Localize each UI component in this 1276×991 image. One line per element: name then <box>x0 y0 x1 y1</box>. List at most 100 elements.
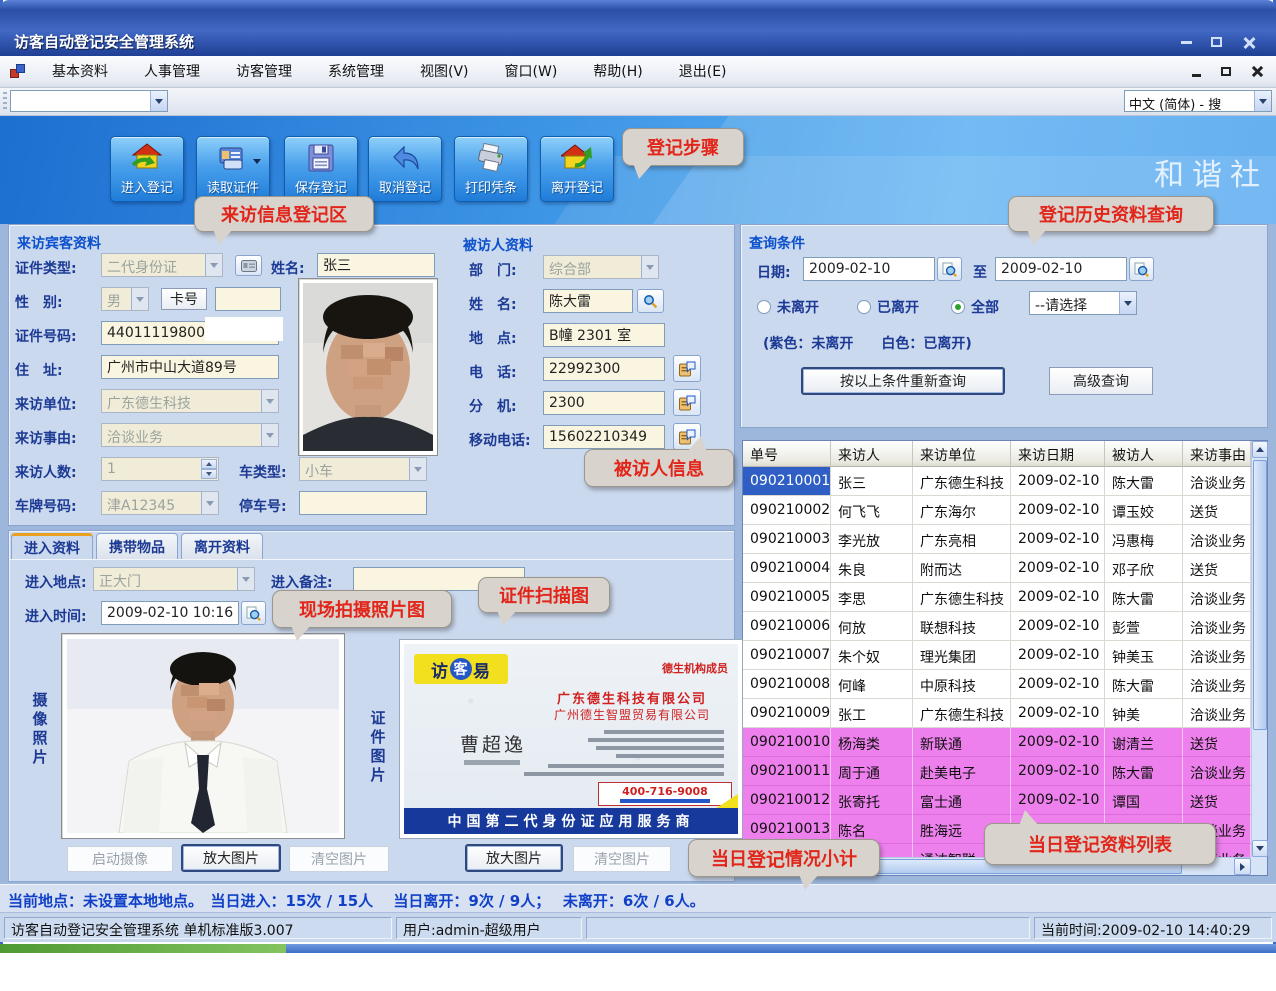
toolbar-grip[interactable] <box>3 92 7 112</box>
read-idcard-button[interactable]: 读取证件 <box>196 136 270 202</box>
table-cell[interactable]: 送货 <box>1183 786 1251 815</box>
start-camera-button[interactable]: 启动摄像 <box>67 846 173 872</box>
interviewee-name-field[interactable] <box>543 289 633 313</box>
table-row[interactable]: 090210012张寄托富士通2009-02-10谭国送货 <box>743 786 1251 815</box>
date-from-field[interactable] <box>803 257 935 281</box>
vehicle-select[interactable]: 小车 <box>299 457 427 481</box>
mdi-minimize-icon[interactable] <box>1186 62 1206 80</box>
phone-field[interactable] <box>543 357 665 381</box>
chevron-down-icon[interactable] <box>237 568 254 590</box>
table-cell[interactable]: 2009-02-10 <box>1011 728 1105 757</box>
mobile-field[interactable] <box>543 425 665 449</box>
close-icon[interactable] <box>1236 32 1260 52</box>
table-cell[interactable]: 2009-02-10 <box>1011 699 1105 728</box>
table-row[interactable]: 090210002何飞飞广东海尔2009-02-10谭玉姣送货 <box>743 496 1251 525</box>
column-header[interactable]: 来访单位 <box>913 441 1011 466</box>
table-row[interactable]: 090210003李光放广东亮相2009-02-10冯惠梅洽谈业务 <box>743 525 1251 554</box>
table-cell[interactable]: 洽谈业务 <box>1183 641 1251 670</box>
table-cell[interactable]: 何放 <box>831 612 913 641</box>
table-cell[interactable]: 富士通 <box>913 786 1011 815</box>
table-cell[interactable]: 090210002 <box>743 496 831 525</box>
table-cell[interactable]: 090210006 <box>743 612 831 641</box>
table-cell[interactable]: 090210004 <box>743 554 831 583</box>
vertical-scroll-thumb[interactable] <box>1253 460 1267 730</box>
table-cell[interactable]: 理光集团 <box>913 641 1011 670</box>
table-row[interactable]: 090210007朱个奴理光集团2009-02-10钟美玉洽谈业务 <box>743 641 1251 670</box>
column-header[interactable]: 被访人 <box>1105 441 1183 466</box>
table-cell[interactable]: 附而达 <box>913 554 1011 583</box>
table-cell[interactable]: 彭萱 <box>1105 612 1183 641</box>
card-number-field[interactable] <box>215 287 281 311</box>
radio-left[interactable]: 已离开 <box>857 297 919 317</box>
scroll-down-icon[interactable] <box>1252 840 1268 857</box>
menu-item[interactable]: 访客管理 <box>218 56 310 88</box>
table-cell[interactable]: 钟美 <box>1105 699 1183 728</box>
column-header[interactable]: 来访事由 <box>1183 441 1251 466</box>
table-row[interactable]: 090210006何放联想科技2009-02-10彭萱洽谈业务 <box>743 612 1251 641</box>
table-cell[interactable]: 2009-02-10 <box>1011 467 1105 496</box>
tab-carried-items[interactable]: 携带物品 <box>96 533 178 559</box>
table-cell[interactable]: 陈大雷 <box>1105 583 1183 612</box>
chevron-down-icon[interactable] <box>261 390 278 412</box>
table-cell[interactable]: 陈大雷 <box>1105 670 1183 699</box>
table-cell[interactable]: 洽谈业务 <box>1183 525 1251 554</box>
id-type-select[interactable]: 二代身份证 <box>101 253 223 277</box>
scroll-right-icon[interactable] <box>1234 858 1251 875</box>
restore-icon[interactable] <box>1204 32 1228 52</box>
clear-card-button[interactable]: 清空图片 <box>573 846 671 872</box>
table-cell[interactable]: 陈大雷 <box>1105 757 1183 786</box>
table-row[interactable]: 090210010杨海类新联通2009-02-10谢清兰送货 <box>743 728 1251 757</box>
chevron-down-icon[interactable] <box>131 288 148 310</box>
table-cell[interactable]: 邓子欣 <box>1105 554 1183 583</box>
date-to-field[interactable] <box>995 257 1127 281</box>
table-cell[interactable]: 2009-02-10 <box>1011 670 1105 699</box>
leave-register-button[interactable]: 离开登记 <box>540 136 614 202</box>
cancel-register-button[interactable]: 取消登记 <box>368 136 442 202</box>
menu-item[interactable]: 窗口(W) <box>487 56 576 88</box>
query-type-select[interactable]: --请选择 <box>1029 291 1137 315</box>
visitor-count-stepper[interactable]: 1 <box>101 457 219 481</box>
mdi-close-icon[interactable] <box>1246 62 1266 80</box>
table-row[interactable]: 090210011周于通赴美电子2009-02-10陈大雷洽谈业务 <box>743 757 1251 786</box>
table-cell[interactable]: 洽谈业务 <box>1183 467 1251 496</box>
enter-register-button[interactable]: 进入登记 <box>110 136 184 202</box>
menu-item[interactable]: 基本资料 <box>34 56 126 88</box>
table-cell[interactable]: 谭玉姣 <box>1105 496 1183 525</box>
date-to-picker-button[interactable] <box>1129 257 1154 281</box>
table-cell[interactable]: 杨海类 <box>831 728 913 757</box>
table-row[interactable]: 090210001张三广东德生科技2009-02-10陈大雷洽谈业务 <box>743 467 1251 496</box>
zoom-card-button[interactable]: 放大图片 <box>465 844 563 872</box>
table-cell[interactable]: 冯惠梅 <box>1105 525 1183 554</box>
menu-item[interactable]: 退出(E) <box>661 56 745 88</box>
table-cell[interactable]: 2009-02-10 <box>1011 612 1105 641</box>
table-cell[interactable]: 洽谈业务 <box>1183 612 1251 641</box>
radio-not-left[interactable]: 未离开 <box>757 297 819 317</box>
chevron-down-icon[interactable] <box>201 492 218 514</box>
address-field[interactable] <box>101 355 279 379</box>
table-cell[interactable]: 090210001 <box>743 467 831 496</box>
dept-select[interactable]: 综合部 <box>543 255 659 279</box>
notify-ext-button[interactable] <box>673 389 701 416</box>
column-header[interactable]: 单号 <box>743 441 831 466</box>
menu-item[interactable]: 人事管理 <box>126 56 218 88</box>
vertical-scrollbar[interactable] <box>1251 441 1267 857</box>
scroll-up-icon[interactable] <box>1252 441 1268 458</box>
location-field[interactable] <box>543 323 665 347</box>
table-cell[interactable]: 2009-02-10 <box>1011 757 1105 786</box>
table-cell[interactable]: 李思 <box>831 583 913 612</box>
entry-time-field[interactable] <box>101 601 239 625</box>
table-cell[interactable]: 陈大雷 <box>1105 467 1183 496</box>
table-cell[interactable]: 何飞飞 <box>831 496 913 525</box>
tab-entry-info[interactable]: 进入资料 <box>11 533 93 559</box>
table-cell[interactable]: 新联通 <box>913 728 1011 757</box>
table-cell[interactable]: 张三 <box>831 467 913 496</box>
table-cell[interactable]: 谢清兰 <box>1105 728 1183 757</box>
mdi-restore-icon[interactable] <box>1216 62 1236 80</box>
table-cell[interactable]: 090210010 <box>743 728 831 757</box>
read-card-icon-button[interactable] <box>235 255 262 276</box>
menu-item[interactable]: 帮助(H) <box>575 56 660 88</box>
column-header[interactable]: 来访日期 <box>1011 441 1105 466</box>
chevron-down-icon[interactable] <box>205 254 222 276</box>
table-cell[interactable]: 朱良 <box>831 554 913 583</box>
table-cell[interactable]: 李光放 <box>831 525 913 554</box>
